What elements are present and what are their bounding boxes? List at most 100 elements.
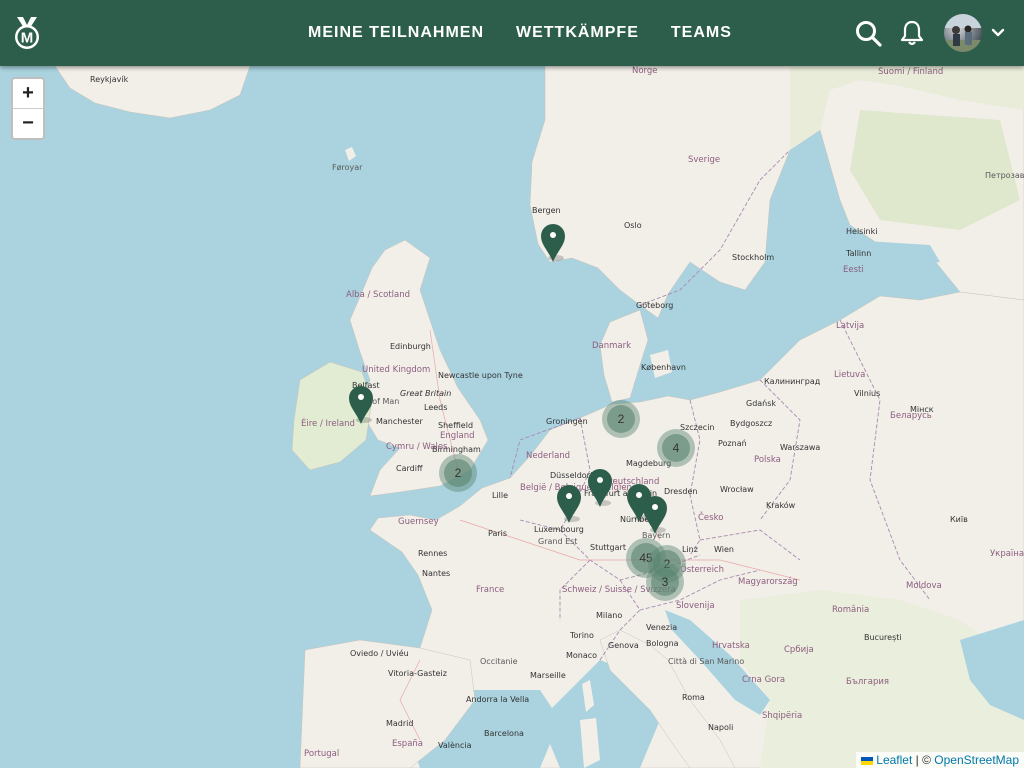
bell-icon[interactable]	[897, 18, 927, 48]
label-vilnius: Vilnius	[854, 389, 880, 398]
label-newcastle: Newcastle upon Tyne	[438, 371, 523, 380]
label-linz: Linz	[682, 545, 698, 554]
zoom-control: + −	[11, 77, 45, 140]
label-grand-est: Grand Est	[538, 537, 577, 546]
label-eesti: Eesti	[843, 265, 864, 275]
label-bergen: Bergen	[532, 206, 561, 215]
label-sheffield: Sheffield	[438, 421, 473, 430]
medal-logo-icon[interactable]: M	[13, 17, 41, 50]
label-reykjavik: Reykjavík	[90, 75, 129, 84]
label-bologna: Bologna	[646, 639, 679, 648]
label-suomi: Suomi / Finland	[878, 67, 943, 77]
label-kyiv: Київ	[950, 515, 968, 524]
label-romania: România	[832, 605, 869, 615]
map-attribution: Leaflet | © OpenStreetMap	[856, 752, 1024, 768]
label-madrid: Madrid	[386, 719, 413, 728]
attribution-separator: | ©	[912, 753, 935, 767]
label-nantes: Nantes	[422, 569, 450, 578]
cluster-count: 2	[618, 412, 625, 426]
chevron-down-icon[interactable]	[990, 25, 1006, 41]
search-icon[interactable]	[853, 18, 883, 48]
top-navbar: M MEINE TEILNAHMEN WETTKÄMPFE TEAMS	[0, 0, 1024, 66]
user-avatar[interactable]	[944, 14, 982, 52]
label-vitoria: Vitoria-Gasteiz	[388, 669, 447, 678]
label-slovenija: Slovenija	[676, 601, 715, 611]
cluster-count: 3	[662, 575, 669, 589]
leaflet-link[interactable]: Leaflet	[876, 753, 912, 767]
label-torino: Torino	[569, 631, 594, 640]
label-norge: Norge	[632, 66, 658, 76]
cluster-london[interactable]: 2	[439, 454, 477, 492]
cluster-innsbruck[interactable]: 3	[646, 563, 684, 601]
label-barcelona: Barcelona	[484, 729, 524, 738]
label-leeds: Leeds	[424, 403, 447, 412]
label-cymru: Cymru / Wales	[386, 442, 448, 452]
label-tallinn: Tallinn	[845, 249, 871, 258]
label-occitanie: Occitanie	[480, 657, 518, 666]
label-latvija: Latvija	[836, 321, 864, 331]
label-kobenhavn: København	[641, 363, 686, 372]
label-gdansk: Gdańsk	[746, 399, 776, 408]
cluster-count: 2	[455, 466, 462, 480]
label-cesko: Česko	[698, 511, 723, 523]
label-groningen: Groningen	[546, 417, 588, 426]
logo-letter: M	[21, 30, 34, 47]
avatar-photo	[944, 14, 982, 52]
cluster-hamburg[interactable]: 2	[602, 400, 640, 438]
cluster-count: 4	[673, 441, 680, 455]
map-canvas[interactable]: Reykjavík Føroyar Norge Sverige Suomi / …	[0, 66, 1024, 768]
label-edinburgh: Edinburgh	[390, 342, 431, 351]
label-srbija: Србија	[784, 645, 814, 655]
nav-wettkaempfe[interactable]: WETTKÄMPFE	[500, 24, 655, 42]
openstreetmap-link[interactable]: OpenStreetMap	[934, 753, 1019, 767]
zoom-out-button[interactable]: −	[13, 108, 43, 138]
label-marseille: Marseille	[530, 671, 566, 680]
cluster-berlin[interactable]: 4	[657, 429, 695, 467]
label-gb: Great Britain	[400, 389, 451, 398]
label-magyarorszag: Magyarország	[738, 577, 798, 587]
label-paris: Paris	[488, 529, 507, 538]
label-crna-gora: Crna Gora	[742, 675, 785, 685]
label-hrvatska: Hrvatska	[712, 641, 750, 651]
map-tiles: Reykjavík Føroyar Norge Sverige Suomi / …	[0, 66, 1024, 768]
label-bydgoszcz: Bydgoszcz	[730, 419, 772, 428]
label-england: England	[440, 431, 475, 441]
zoom-in-button[interactable]: +	[13, 79, 43, 108]
label-moldova: Moldova	[906, 581, 942, 591]
label-goteborg: Göteborg	[636, 301, 673, 310]
label-osterreich: Österreich	[680, 564, 724, 575]
label-stuttgart: Stuttgart	[590, 543, 626, 552]
label-dresden: Dresden	[664, 487, 697, 496]
label-dusseldorf: Düsseldorf	[550, 471, 593, 480]
label-uk: United Kingdom	[362, 365, 430, 375]
label-france: France	[476, 585, 504, 595]
nav-meine-teilnahmen[interactable]: MEINE TEILNAHMEN	[292, 24, 500, 42]
ukraine-flag-icon	[861, 756, 874, 765]
nav-teams[interactable]: TEAMS	[655, 24, 748, 42]
label-andorra: Andorra la Vella	[466, 695, 529, 704]
label-venezia: Venezia	[646, 623, 677, 632]
label-kaliningrad: Калининград	[764, 377, 821, 386]
label-nederland: Nederland	[526, 451, 570, 461]
label-petroz: Петрозав	[985, 171, 1024, 180]
label-wroclaw: Wrocław	[720, 485, 754, 494]
label-ukraina: Україна	[990, 549, 1024, 559]
label-bucuresti: București	[864, 633, 902, 643]
label-sverige: Sverige	[688, 155, 720, 165]
label-krakow: Kraków	[766, 500, 796, 510]
label-scotland: Alba / Scotland	[346, 290, 410, 300]
label-szczecin: Szczecin	[680, 423, 715, 432]
label-citta-marino: Città di San Marino	[668, 657, 744, 666]
label-genova: Genova	[608, 641, 639, 650]
label-roma: Roma	[682, 693, 705, 702]
label-deutschland: Deutschland	[606, 477, 659, 487]
label-polska: Polska	[754, 455, 781, 465]
label-bulgaria: България	[846, 677, 889, 687]
label-ireland: Éire / Ireland	[301, 417, 355, 429]
main-navigation: MEINE TEILNAHMEN WETTKÄMPFE TEAMS	[292, 0, 748, 66]
label-stockholm: Stockholm	[732, 253, 774, 262]
label-helsinki: Helsinki	[846, 227, 877, 236]
label-milano: Milano	[596, 611, 622, 620]
label-warszawa: Warszawa	[780, 443, 820, 452]
label-cardiff: Cardiff	[396, 464, 423, 473]
